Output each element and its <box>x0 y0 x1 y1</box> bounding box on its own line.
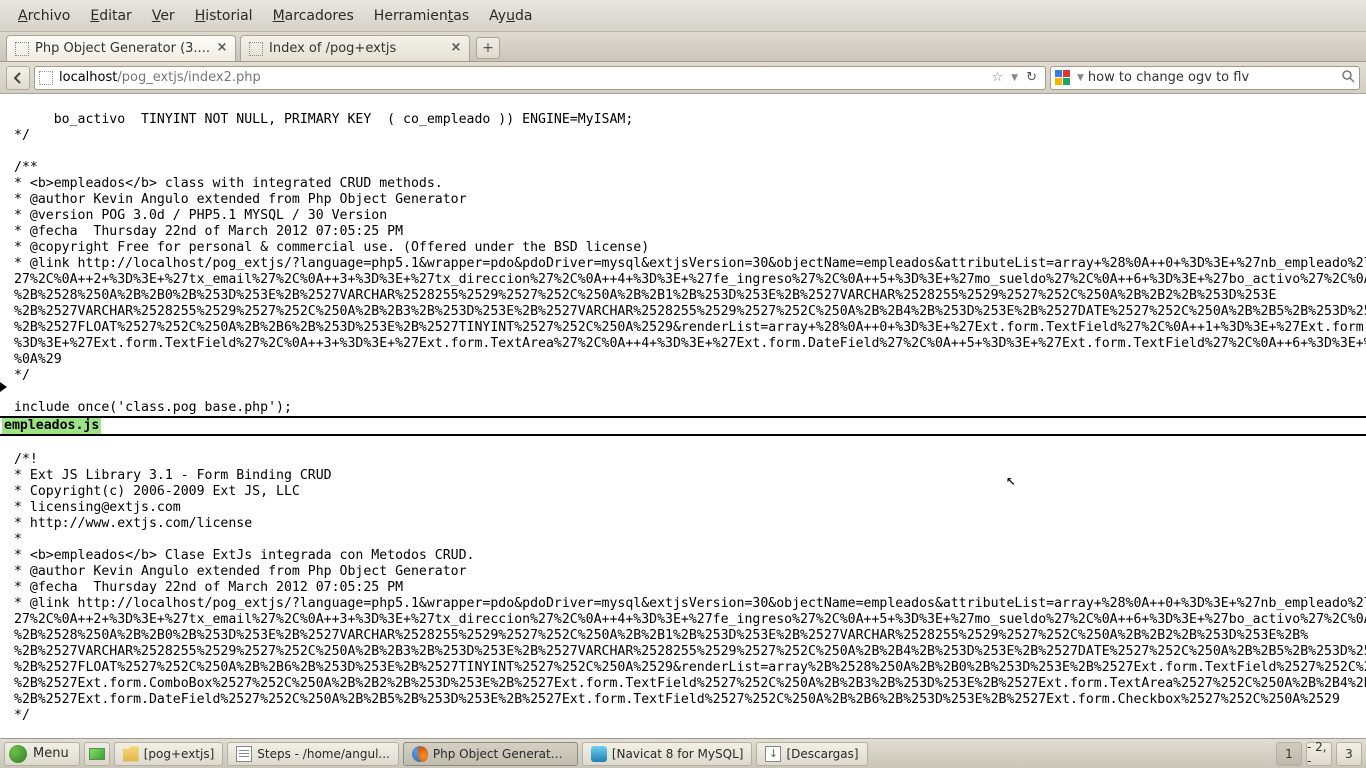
start-menu-button[interactable]: Menu <box>4 742 80 766</box>
folder-icon <box>123 746 139 762</box>
mouse-cursor-icon: ↖ <box>1006 472 1016 488</box>
workspace-2[interactable]: - 2, - <box>1306 742 1332 766</box>
url-text: localhost/pog_extjs/index2.php <box>59 70 988 85</box>
navicat-icon <box>591 746 607 762</box>
code-block-js: /*! * Ext JS Library 3.1 - Form Binding … <box>14 452 1366 738</box>
search-input[interactable]: ▼ <box>1050 66 1360 90</box>
taskbar-app-navicat[interactable]: [Navicat 8 for MySQL] <box>582 742 753 766</box>
document-icon <box>236 746 252 762</box>
app-menubar: Archivo Editar Ver Historial Marcadores … <box>0 0 1366 32</box>
tab-pog[interactable]: Php Object Generator (3.... × <box>6 35 236 61</box>
browser-tabbar: Php Object Generator (3.... × Index of /… <box>0 32 1366 62</box>
menu-marcadores[interactable]: Marcadores <box>263 4 364 28</box>
bookmark-star-icon[interactable]: ☆ <box>992 70 1004 85</box>
page-icon <box>249 42 263 56</box>
menu-ver[interactable]: Ver <box>142 4 185 28</box>
url-toolbar: localhost/pog_extjs/index2.php ☆ ▼ ↻ ▼ <box>0 62 1366 94</box>
page-icon <box>15 42 29 56</box>
menu-archivo[interactable]: Archivo <box>8 4 80 28</box>
taskbar-app-pogextjs[interactable]: [pog+extjs] <box>114 742 224 766</box>
back-button[interactable] <box>6 66 30 90</box>
download-icon <box>765 746 781 762</box>
workspace-3[interactable]: 3 <box>1336 742 1362 766</box>
search-icon[interactable] <box>1341 69 1355 87</box>
arrow-left-icon <box>11 71 25 85</box>
new-tab-button[interactable]: + <box>476 37 500 59</box>
tab-label: Php Object Generator (3.... <box>35 41 215 56</box>
close-icon[interactable]: × <box>449 42 463 56</box>
tab-label: Index of /pog+extjs <box>269 41 449 56</box>
menu-herramientas[interactable]: Herramientas <box>364 4 479 28</box>
file-header: empleados.js <box>2 418 101 434</box>
page-content[interactable]: bo_activo TINYINT NOT NULL, PRIMARY KEY … <box>0 94 1366 738</box>
close-icon[interactable]: × <box>215 42 229 56</box>
search-engine-dropdown-icon[interactable]: ▼ <box>1077 73 1084 83</box>
tab-index[interactable]: Index of /pog+extjs × <box>240 35 470 61</box>
workspace-1[interactable]: 1 <box>1276 742 1302 766</box>
dropdown-icon[interactable]: ▼ <box>1011 73 1018 83</box>
reload-icon[interactable]: ↻ <box>1026 70 1037 85</box>
caret-icon <box>0 382 7 392</box>
taskbar-app-descargas[interactable]: [Descargas] <box>756 742 867 766</box>
search-field[interactable] <box>1088 70 1337 85</box>
menu-historial[interactable]: Historial <box>185 4 263 28</box>
firefox-icon <box>412 746 428 762</box>
code-block-php: bo_activo TINYINT NOT NULL, PRIMARY KEY … <box>14 112 1366 415</box>
url-input[interactable]: localhost/pog_extjs/index2.php ☆ ▼ ↻ <box>34 66 1046 90</box>
menu-label: Menu <box>33 746 69 761</box>
menu-editar[interactable]: Editar <box>80 4 141 28</box>
taskbar-app-firefox[interactable]: Php Object Generato... <box>403 742 578 766</box>
site-icon <box>39 71 53 85</box>
taskbar-app-steps[interactable]: Steps - /home/angul... <box>227 742 399 766</box>
mint-logo-icon <box>9 745 27 763</box>
desktop-icon <box>89 748 105 760</box>
os-taskbar: Menu [pog+extjs] Steps - /home/angul... … <box>0 738 1366 768</box>
menu-ayuda[interactable]: Ayuda <box>479 4 542 28</box>
show-desktop-button[interactable] <box>84 742 110 766</box>
google-icon <box>1055 70 1071 86</box>
